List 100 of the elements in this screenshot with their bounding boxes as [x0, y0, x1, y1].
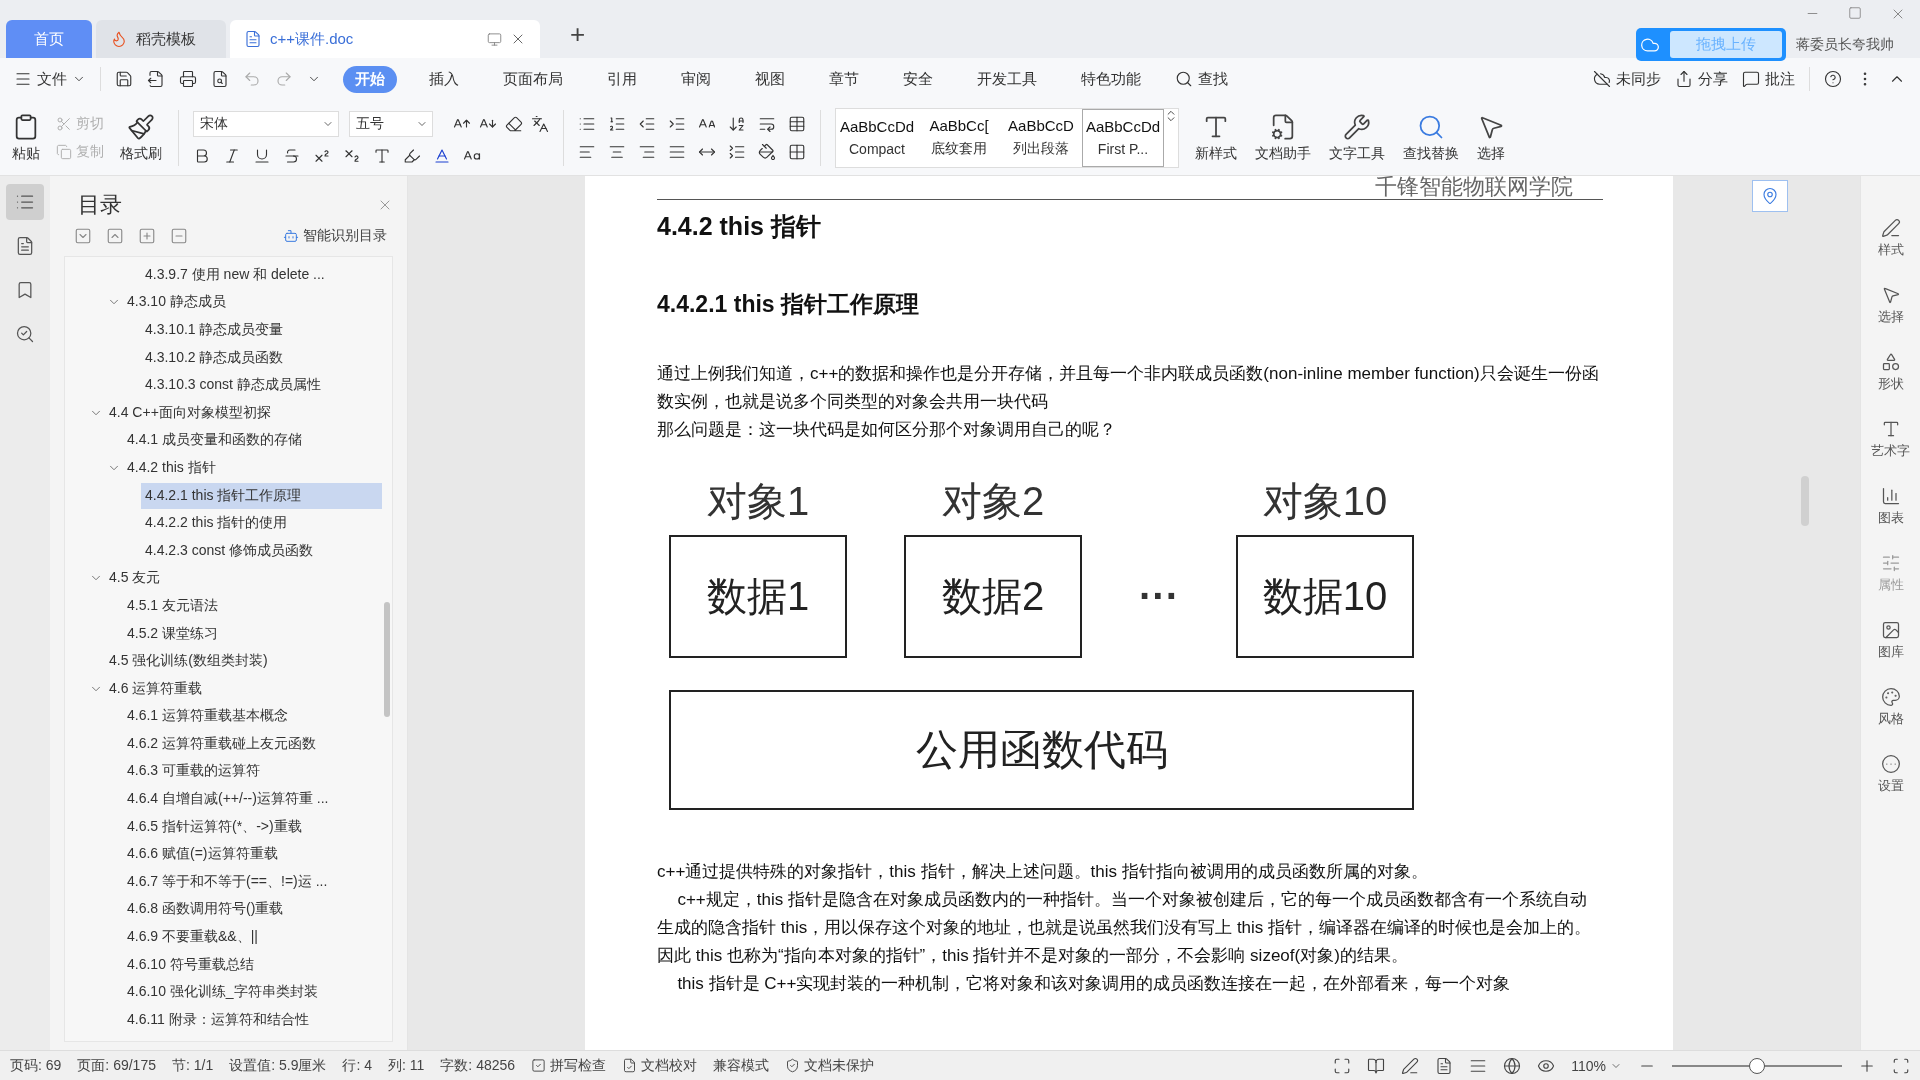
ribbon-tab[interactable]: 开发工具 [965, 65, 1049, 93]
ribbon-tab[interactable]: 安全 [891, 65, 945, 93]
outline-item[interactable]: 4.4.2 this 指针 [123, 454, 382, 481]
print-icon[interactable] [179, 70, 197, 88]
side-tool-button[interactable]: 艺术字 [1871, 419, 1910, 460]
font-size-select[interactable]: 五号 [349, 110, 433, 137]
export-icon[interactable] [147, 70, 165, 88]
spacing-icon[interactable] [728, 142, 746, 161]
ribbon-tab[interactable]: 特色功能 [1069, 65, 1153, 93]
outline-item[interactable]: 4.4.2.3 const 修饰成员函数 [141, 537, 382, 564]
highlighter-icon[interactable] [403, 146, 421, 165]
format-painter-button[interactable]: 格式刷 [118, 112, 164, 163]
outline-item[interactable]: 4.6.6 赋值(=)运算符重载 [123, 841, 382, 868]
outline-item[interactable]: 4.4.2.1 this 指针工作原理 [141, 482, 382, 509]
ribbon-tab[interactable]: 引用 [595, 65, 649, 93]
help-icon[interactable] [1824, 70, 1842, 88]
outline-item[interactable]: 4.5 强化训练(数组类封装) [105, 648, 382, 675]
outline-item[interactable]: 4.4.2.2 this 指针的使用 [141, 510, 382, 537]
side-tool-button[interactable]: 形状 [1877, 352, 1904, 393]
location-button[interactable] [1752, 180, 1788, 212]
outline-item[interactable]: 4.5 友元 [105, 565, 382, 592]
side-tool-button[interactable]: 设置 [1877, 754, 1904, 795]
web-view-icon[interactable] [1503, 1056, 1522, 1075]
smart-outline-button[interactable]: 智能识别目录 [277, 226, 393, 246]
ribbon-tab[interactable]: 视图 [743, 65, 797, 93]
border-icon[interactable] [788, 142, 806, 161]
tool-button[interactable]: 新样式 [1193, 112, 1239, 163]
outline-item[interactable]: 4.4 C++面向对象模型初探 [105, 399, 382, 426]
outline-item[interactable]: 4.6.2 运算符重载碰上友元函数 [123, 730, 382, 757]
style-preset[interactable]: AaBbCcDd Compact [836, 108, 918, 167]
underline-icon[interactable] [253, 146, 271, 165]
sync-button[interactable]: 未同步 [1593, 69, 1661, 89]
status-button[interactable]: 拼写检查 [531, 1056, 607, 1075]
search-icon[interactable] [1175, 70, 1193, 88]
add-icon[interactable] [138, 227, 156, 245]
style-preset[interactable]: AaBbCc[ 底纹套用 [918, 108, 1000, 167]
zoom-level[interactable]: 110% [1571, 1057, 1622, 1074]
page-view-icon[interactable] [1435, 1056, 1454, 1075]
outline-item[interactable]: 4.6.3 可重载的运算符 [123, 758, 382, 785]
status-button[interactable]: 兼容模式 [713, 1056, 770, 1075]
expand-all-icon[interactable] [74, 227, 92, 245]
zoom-slider[interactable] [1749, 1057, 1765, 1074]
outline-item[interactable]: 4.6.11 附录：运算符和结合性 [123, 1006, 382, 1033]
new-tab-button[interactable]: + [570, 19, 586, 50]
outline-item[interactable]: 4.6 运算符重载 [105, 675, 382, 702]
share-button[interactable]: 分享 [1675, 69, 1728, 89]
comment-icon[interactable] [1742, 70, 1760, 88]
tool-button[interactable]: 文字工具 [1327, 112, 1387, 163]
nav-rail-button[interactable] [6, 184, 44, 220]
side-tool-button[interactable]: 风格 [1877, 687, 1904, 728]
save-icon[interactable] [115, 70, 133, 88]
side-tool-button[interactable]: 图表 [1877, 486, 1904, 527]
tool-button[interactable]: 文档助手 [1253, 112, 1313, 163]
outline-item[interactable]: 4.6.1 运算符重载基本概念 [123, 703, 382, 730]
outline-item[interactable]: 4.6.10 符号重载总结 [123, 951, 382, 978]
outline-item[interactable]: 4.3.10.3 const 静态成员属性 [141, 372, 382, 399]
table-icon[interactable] [788, 114, 806, 133]
file-menu[interactable]: 文件 [14, 69, 86, 89]
fit-icon[interactable] [1892, 1056, 1910, 1075]
ribbon-tab[interactable]: 页面布局 [491, 65, 575, 93]
scrollbar[interactable] [384, 602, 390, 717]
search-button[interactable]: 查找 [1175, 69, 1228, 89]
preview-icon[interactable] [211, 70, 229, 88]
outline-item[interactable]: 4.6.5 指针运算符(*、->)重载 [123, 813, 382, 840]
paste-button[interactable]: 粘贴 [10, 112, 42, 163]
outline-item[interactable]: 4.5.1 友元语法 [123, 592, 382, 619]
numbered-list-icon[interactable] [608, 114, 626, 133]
outline-item[interactable]: 4.6.9 不要重载&&、|| [123, 924, 382, 951]
font-select[interactable]: 宋体 [193, 110, 339, 137]
outline-item[interactable]: 4.3.10.2 静态成员函数 [141, 344, 382, 371]
text-effect-icon[interactable] [373, 146, 391, 165]
outline-item[interactable]: 4.3.10 静态成员 [123, 289, 382, 316]
pen-icon[interactable] [1401, 1056, 1420, 1075]
side-tool-button[interactable]: 样式 [1877, 218, 1904, 259]
style-preset[interactable]: AaBbCcD 列出段落 [1000, 108, 1082, 167]
side-tool-button[interactable]: 图库 [1877, 620, 1904, 661]
outline-item[interactable]: 4.6.8 函数调用符号()重载 [123, 896, 382, 923]
outline-item[interactable]: 4.6.4 自增自减(++/--)运算符重 ... [123, 786, 382, 813]
eraser-icon[interactable] [505, 114, 523, 133]
outline-item[interactable]: 4.5.2 课堂练习 [123, 620, 382, 647]
document-tab[interactable]: c++课件.doc [230, 20, 540, 58]
strikethrough-icon[interactable] [283, 146, 301, 165]
ribbon-tab[interactable]: 章节 [817, 65, 871, 93]
document-tab[interactable]: 稻壳模板 [96, 20, 226, 58]
collapse-all-icon[interactable] [106, 227, 124, 245]
style-preset[interactable]: AaBbCcDd First P... [1082, 108, 1164, 167]
italic-icon[interactable] [223, 146, 241, 165]
shading-icon[interactable] [758, 142, 776, 161]
fullscreen-icon[interactable] [1333, 1056, 1352, 1075]
share-icon[interactable] [1675, 70, 1693, 88]
monitor-icon[interactable] [487, 31, 502, 47]
outline-item[interactable]: 4.4.1 成员变量和函数的存储 [123, 427, 382, 454]
outline-item[interactable]: 4.3.9.7 使用 new 和 delete ... [141, 261, 382, 288]
book-icon[interactable] [1367, 1056, 1386, 1075]
tool-button[interactable]: 选择 [1475, 112, 1507, 163]
ribbon-tab[interactable]: 审阅 [669, 65, 723, 93]
comment-button[interactable]: 批注 [1742, 69, 1795, 89]
side-tool-button[interactable]: 选择 [1877, 285, 1904, 326]
status-button[interactable]: 文档校对 [622, 1056, 698, 1075]
scrollbar[interactable] [1801, 476, 1809, 526]
